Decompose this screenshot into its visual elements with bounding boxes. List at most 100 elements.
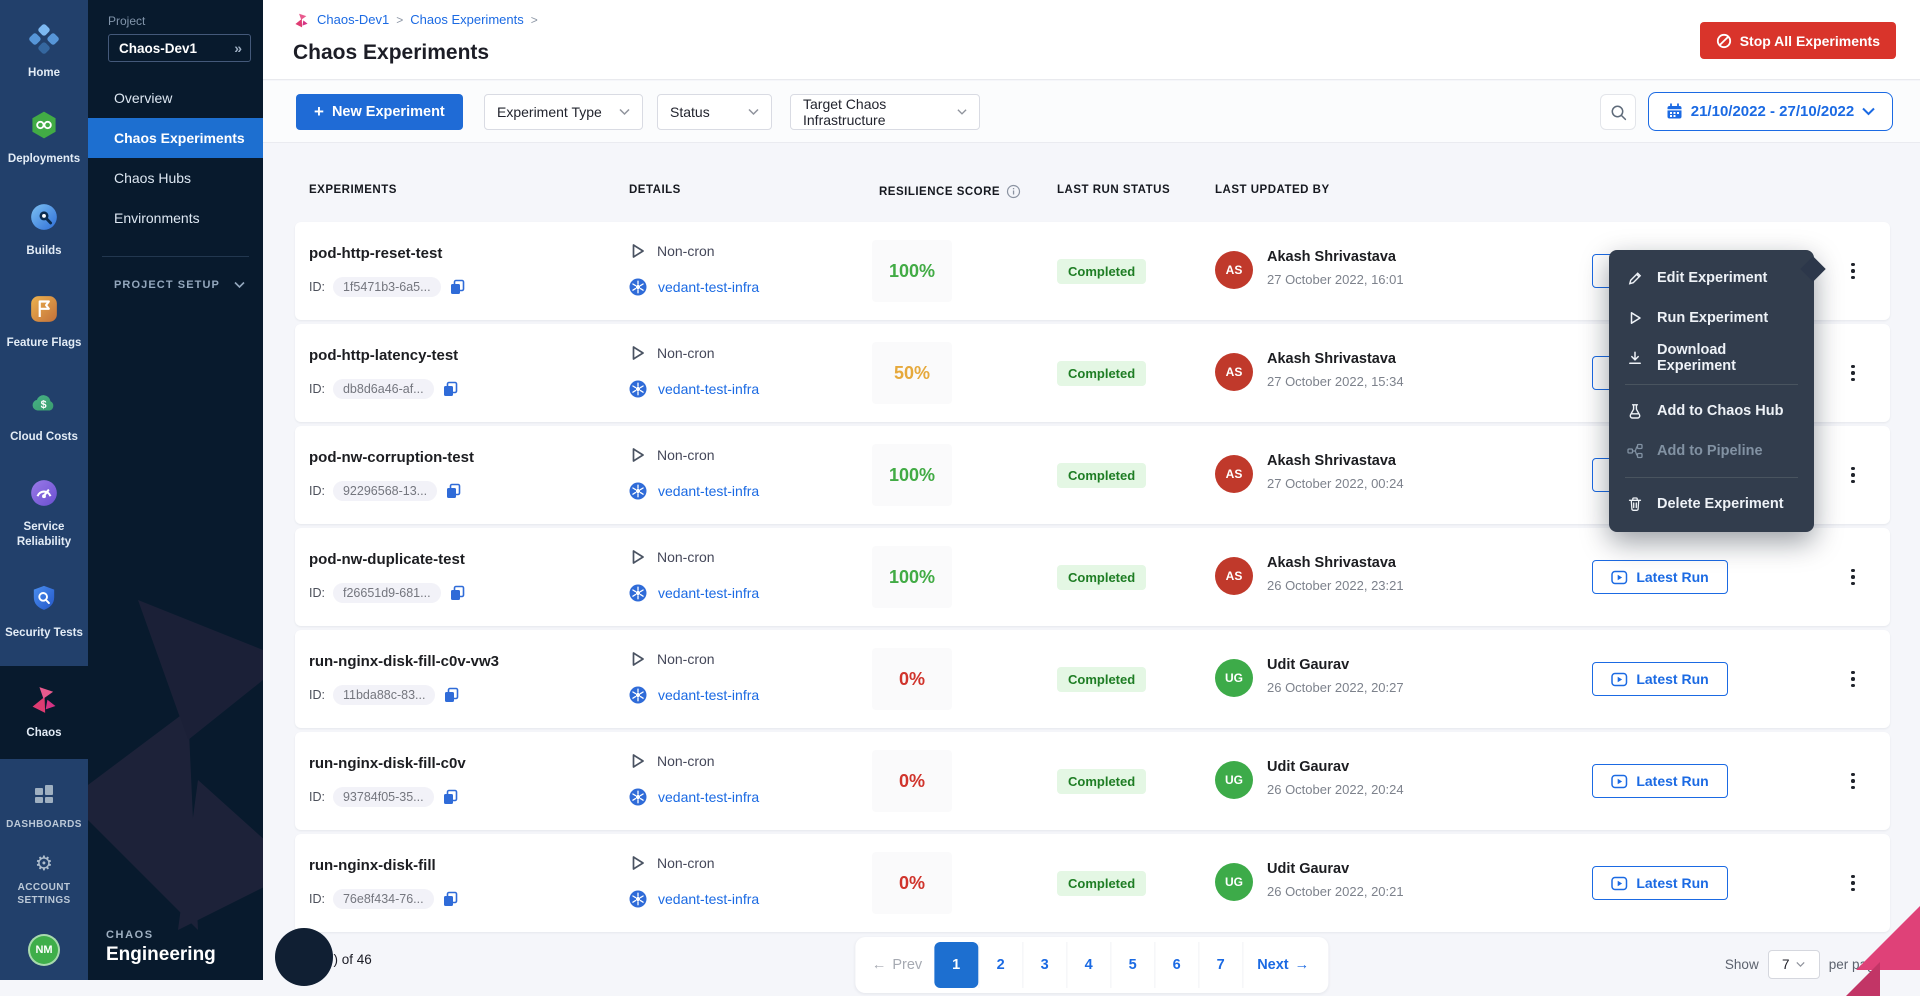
nav-module-security-tests[interactable]: Security Tests [0,578,88,647]
updated-by-name: Akash Shrivastava [1267,249,1396,265]
row-menu-button[interactable] [1840,357,1866,389]
play-outline-icon [629,446,646,464]
search-button[interactable] [1600,94,1636,130]
copy-icon[interactable] [449,585,466,602]
updated-by-name: Udit Gaurav [1267,657,1349,673]
page-title: Chaos Experiments [293,41,489,65]
row-menu-button[interactable] [1840,867,1866,899]
latest-run-button[interactable]: Latest Run [1592,764,1728,798]
info-icon[interactable] [1006,184,1021,199]
chevron-down-icon [234,281,245,289]
schedule-type: Non-cron [657,243,715,259]
nav-module-cloud-costs[interactable]: $ Cloud Costs [0,382,88,451]
main-content: Chaos-Dev1 > Chaos Experiments > Chaos E… [263,0,1920,980]
row-menu-button[interactable] [1840,561,1866,593]
table-header: EXPERIMENTS DETAILS RESILIENCE SCORE LAS… [295,184,1890,202]
updated-by-date: 27 October 2022, 16:01 [1267,272,1404,287]
id-label: ID: [309,892,325,906]
experiment-name[interactable]: run-nginx-disk-fill [309,857,436,874]
sidebar-item-chaos-experiments[interactable]: Chaos Experiments [88,118,263,158]
sidebar-item-chaos-hubs[interactable]: Chaos Hubs [88,158,263,198]
copy-icon[interactable] [442,789,459,806]
copy-icon[interactable] [443,687,460,704]
latest-run-button[interactable]: Latest Run [1592,866,1728,900]
row-menu-button[interactable] [1840,459,1866,491]
page-button[interactable]: 5 [1110,942,1154,988]
download-icon [1627,350,1643,366]
nav-dashboards[interactable]: DASHBOARDS [0,776,88,837]
infrastructure-link[interactable]: vedant-test-infra [658,381,759,397]
breadcrumb-project-link[interactable]: Chaos-Dev1 [317,12,389,27]
trash-icon [1627,496,1643,512]
decorative-shape [1856,906,1920,970]
menu-divider [1625,477,1798,478]
nav-module-builds[interactable]: Builds [0,196,88,265]
project-setup-toggle[interactable]: PROJECT SETUP [114,272,245,298]
stop-all-experiments-button[interactable]: Stop All Experiments [1700,22,1896,59]
expand-icon[interactable]: » [234,40,242,56]
nav-module-service-reliability[interactable]: Service Reliability [0,472,88,556]
status-badge: Completed [1057,871,1146,896]
latest-run-button[interactable]: Latest Run [1592,560,1728,594]
page-button[interactable]: 7 [1198,942,1242,988]
row-menu-button[interactable] [1840,255,1866,287]
experiment-type-filter[interactable]: Experiment Type [484,94,643,130]
infrastructure-link[interactable]: vedant-test-infra [658,789,759,805]
prev-page-button[interactable]: ← Prev [860,942,934,988]
next-page-button[interactable]: Next → [1242,942,1323,988]
experiment-name[interactable]: pod-nw-corruption-test [309,449,474,466]
infrastructure-link[interactable]: vedant-test-infra [658,891,759,907]
infrastructure-link[interactable]: vedant-test-infra [658,687,759,703]
page-button[interactable]: 4 [1066,942,1110,988]
copy-icon[interactable] [442,381,459,398]
nav-module-chaos[interactable]: Chaos [0,666,88,759]
row-menu-button[interactable] [1840,765,1866,797]
project-selector[interactable]: Chaos-Dev1 » [108,34,251,62]
sidebar-item-environments[interactable]: Environments [88,198,263,238]
experiment-name[interactable]: pod-nw-duplicate-test [309,551,465,568]
sidebar-item-overview[interactable]: Overview [88,78,263,118]
menu-item-run-experiment[interactable]: Run Experiment [1609,298,1814,338]
nav-module-home[interactable]: Home [0,18,88,87]
page-button[interactable]: 3 [1022,942,1066,988]
page-button[interactable]: 2 [978,942,1022,988]
copy-icon[interactable] [449,279,466,296]
copy-icon[interactable] [445,483,462,500]
row-menu-button[interactable] [1840,663,1866,695]
menu-item-edit-experiment[interactable]: Edit Experiment [1609,258,1814,298]
menu-item-delete-experiment[interactable]: Delete Experiment [1609,484,1814,524]
infrastructure-link[interactable]: vedant-test-infra [658,279,759,295]
kubernetes-icon [629,584,647,602]
page-button[interactable]: 6 [1154,942,1198,988]
date-range-picker[interactable]: 21/10/2022 - 27/10/2022 [1648,92,1893,131]
schedule-type: Non-cron [657,447,715,463]
avatar: AS [1215,251,1253,289]
nav-account-settings[interactable]: ⚙ ACCOUNT SETTINGS [0,848,88,913]
experiment-id: 93784f05-35... [333,787,434,807]
breadcrumb-experiments-link[interactable]: Chaos Experiments [410,12,523,27]
latest-run-button[interactable]: Latest Run [1592,662,1728,696]
experiment-name[interactable]: pod-http-latency-test [309,347,458,364]
user-avatar[interactable]: NM [28,934,60,966]
kubernetes-icon [629,890,647,908]
experiment-name[interactable]: run-nginx-disk-fill-c0v-vw3 [309,653,499,670]
infrastructure-link[interactable]: vedant-test-infra [658,483,759,499]
avatar: UG [1215,863,1253,901]
run-icon [1611,774,1628,789]
infrastructure-link[interactable]: vedant-test-infra [658,585,759,601]
menu-item-download-experiment[interactable]: Download Experiment [1609,338,1814,378]
experiment-name[interactable]: run-nginx-disk-fill-c0v [309,755,466,772]
menu-item-add-to-chaos-hub[interactable]: Add to Chaos Hub [1609,391,1814,431]
new-experiment-button[interactable]: + New Experiment [296,94,463,130]
nav-module-feature-flags[interactable]: Feature Flags [0,288,88,357]
page-button[interactable]: 1 [934,942,978,988]
chevron-down-icon [1862,107,1875,116]
chevron-down-icon [619,108,630,116]
page-size-select[interactable]: 7 [1768,950,1820,979]
status-filter[interactable]: Status [657,94,772,130]
nav-module-deployments[interactable]: Deployments [0,104,88,173]
target-infrastructure-filter[interactable]: Target Chaos Infrastructure [790,94,980,130]
experiment-name[interactable]: pod-http-reset-test [309,245,442,262]
copy-icon[interactable] [442,891,459,908]
schedule-type: Non-cron [657,549,715,565]
